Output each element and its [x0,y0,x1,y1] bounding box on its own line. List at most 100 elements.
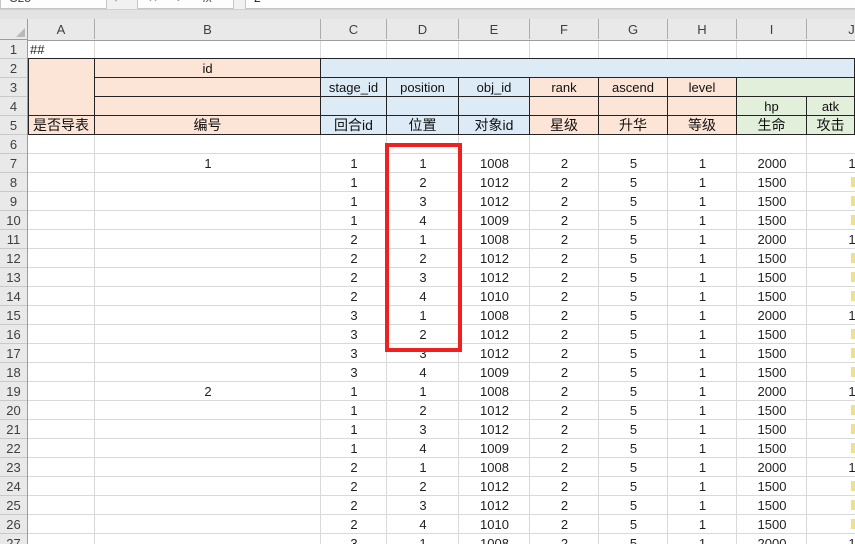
cell-C11[interactable]: 2 [321,230,387,249]
cell-F12[interactable]: 2 [530,249,599,268]
column-header-D[interactable]: D [387,19,459,39]
row-header-14[interactable]: 14 [0,287,27,306]
cell-E11[interactable]: 1008 [459,230,530,249]
cell-H18[interactable]: 1 [668,363,737,382]
row-header-7[interactable]: 7 [0,154,27,173]
cell-F25[interactable]: 2 [530,496,599,515]
cell-J21-clipped-value[interactable] [851,424,855,434]
cell-F13[interactable]: 2 [530,268,599,287]
cell-H13[interactable]: 1 [668,268,737,287]
cell-I22[interactable]: 1500 [737,439,807,458]
cell-F27[interactable]: 2 [530,534,599,544]
cell-G16[interactable]: 5 [599,325,668,344]
name-box-dropdown-icon[interactable]: ▾ [113,0,119,7]
row-header-1[interactable]: 1 [0,40,27,59]
cell-D4[interactable] [387,97,459,116]
cell-E12[interactable]: 1012 [459,249,530,268]
cell-E7[interactable]: 1008 [459,154,530,173]
cell-D23[interactable]: 1 [387,458,459,477]
cell-G18[interactable]: 5 [599,363,668,382]
cell-G7[interactable]: 5 [599,154,668,173]
cell-B19[interactable]: 2 [95,382,321,401]
cell-F18[interactable]: 2 [530,363,599,382]
cell-A5[interactable]: 是否导表 [28,116,95,135]
cell-D22[interactable]: 4 [387,439,459,458]
cell-C18[interactable]: 3 [321,363,387,382]
cell-I15[interactable]: 2000 [737,306,807,325]
cell-I8[interactable]: 1500 [737,173,807,192]
cell-H24[interactable]: 1 [668,477,737,496]
cell-D3[interactable]: position [387,78,459,97]
cell-A1[interactable]: ## [30,40,93,59]
cell-G26[interactable]: 5 [599,515,668,534]
cell-H17[interactable]: 1 [668,344,737,363]
cell-B2[interactable]: id [95,59,321,78]
cell-H3[interactable]: level [668,78,737,97]
cell-J26-clipped-value[interactable] [851,519,855,529]
row-header-9[interactable]: 9 [0,192,27,211]
cell-I20[interactable]: 1500 [737,401,807,420]
cell-F20[interactable]: 2 [530,401,599,420]
cell-F24[interactable]: 2 [530,477,599,496]
cell-H22[interactable]: 1 [668,439,737,458]
cell-F16[interactable]: 2 [530,325,599,344]
cell-I5[interactable]: 生命 [737,116,807,135]
cell-E3[interactable]: obj_id [459,78,530,97]
cell-E25[interactable]: 1012 [459,496,530,515]
cell-E27[interactable]: 1008 [459,534,530,544]
cell-F7[interactable]: 2 [530,154,599,173]
column-header-B[interactable]: B [95,19,321,39]
cell-E26[interactable]: 1010 [459,515,530,534]
row-header-20[interactable]: 20 [0,401,27,420]
fx-icon[interactable]: fx [203,0,212,7]
cell-E23[interactable]: 1008 [459,458,530,477]
cell-E4[interactable] [459,97,530,116]
cell-F22[interactable]: 2 [530,439,599,458]
cell-H27[interactable]: 1 [668,534,737,544]
cell-J27[interactable]: 1 [807,534,855,544]
cell-E8[interactable]: 1012 [459,173,530,192]
cell-E14[interactable]: 1010 [459,287,530,306]
cell-J19[interactable]: 1 [807,382,855,401]
cell-C2[interactable] [321,59,855,78]
row-header-21[interactable]: 21 [0,420,27,439]
cell-G22[interactable]: 5 [599,439,668,458]
cell-J24-clipped-value[interactable] [851,481,855,491]
cell-B7[interactable]: 1 [95,154,321,173]
row-header-5[interactable]: 5 [0,116,27,135]
row-header-11[interactable]: 11 [0,230,27,249]
cell-I25[interactable]: 1500 [737,496,807,515]
column-header-E[interactable]: E [459,19,530,39]
cell-J13-clipped-value[interactable] [851,272,855,282]
cell-D24[interactable]: 2 [387,477,459,496]
row-header-26[interactable]: 26 [0,515,27,534]
column-header-H[interactable]: H [668,19,737,39]
row-header-22[interactable]: 22 [0,439,27,458]
cell-F14[interactable]: 2 [530,287,599,306]
cell-J8-clipped-value[interactable] [851,177,855,187]
cell-E10[interactable]: 1009 [459,211,530,230]
cell-C19[interactable]: 1 [321,382,387,401]
cell-G25[interactable]: 5 [599,496,668,515]
cell-H12[interactable]: 1 [668,249,737,268]
cell-J20-clipped-value[interactable] [851,405,855,415]
cell-E24[interactable]: 1012 [459,477,530,496]
cell-D25[interactable]: 3 [387,496,459,515]
column-header-C[interactable]: C [321,19,387,39]
cell-F3[interactable]: rank [530,78,599,97]
cell-C12[interactable]: 2 [321,249,387,268]
cell-E18[interactable]: 1009 [459,363,530,382]
cell-H4[interactable] [668,97,737,116]
cell-F4[interactable] [530,97,599,116]
column-header-A[interactable]: A [28,19,95,39]
cell-G13[interactable]: 5 [599,268,668,287]
cell-G17[interactable]: 5 [599,344,668,363]
cell-D19[interactable]: 1 [387,382,459,401]
cell-H10[interactable]: 1 [668,211,737,230]
cell-I14[interactable]: 1500 [737,287,807,306]
cell-J18-clipped-value[interactable] [851,367,855,377]
cell-C17[interactable]: 3 [321,344,387,363]
cell-I24[interactable]: 1500 [737,477,807,496]
cell-C15[interactable]: 3 [321,306,387,325]
cell-J25-clipped-value[interactable] [851,500,855,510]
